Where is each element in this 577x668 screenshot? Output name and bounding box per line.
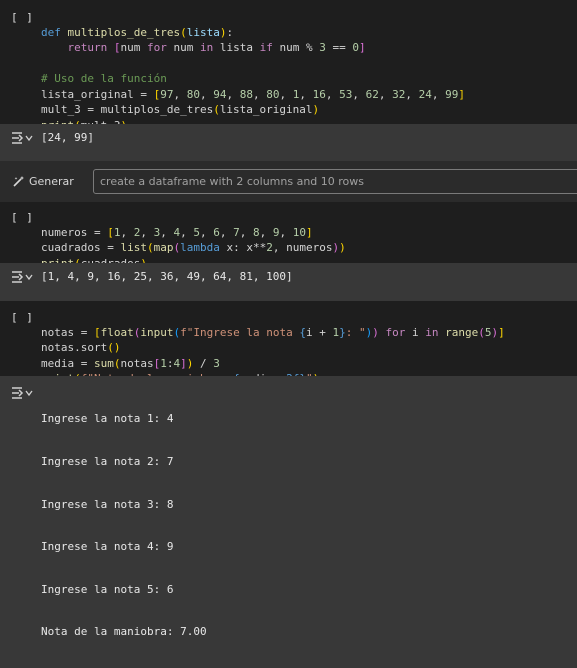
code-token: def <box>41 25 61 39</box>
code-line: mult_3 = multiplos_de_tres(lista_origina… <box>41 103 320 116</box>
code-comment: # Uso de la función <box>41 72 167 85</box>
output-line: Ingrese la nota 5: 6 <box>41 582 174 596</box>
code-line: media = sum(notas[1:4]) / 3 <box>41 356 220 370</box>
code-cell-2[interactable]: [ ] numeros = [1, 2, 3, 4, 5, 6, 7, 8, 9… <box>0 202 577 270</box>
code-line: numeros = [1, 2, 3, 4, 5, 6, 7, 8, 9, 10… <box>41 225 313 239</box>
code-cell-3[interactable]: [ ] notas = [float(input(f"Ingrese la no… <box>0 301 577 385</box>
sparkle-pen-icon <box>13 175 24 187</box>
cell-output: Ingrese la nota 1: 4 Ingrese la nota 2: … <box>41 384 207 668</box>
code-editor[interactable]: def multiplos_de_tres(lista): return [nu… <box>41 9 465 133</box>
output-line: Ingrese la nota 2: 7 <box>41 455 174 469</box>
output-line: Ingrese la nota 1: 4 <box>41 412 174 426</box>
code-line: return [num for num in lista if num % 3 … <box>67 41 366 54</box>
cell-output: [24, 99] <box>41 131 94 144</box>
output-area-2: [1, 4, 9, 16, 25, 36, 49, 64, 81, 100] <box>0 263 577 291</box>
output-expand-icon[interactable] <box>11 131 33 145</box>
output-line: Ingrese la nota 3: 8 <box>41 497 174 511</box>
run-cell-button[interactable]: [ ] <box>11 211 34 224</box>
code-line: lista_original = [97, 80, 94, 88, 80, 1,… <box>41 87 465 101</box>
run-cell-button[interactable]: [ ] <box>11 11 34 24</box>
output-area-3: Ingrese la nota 1: 4 Ingrese la nota 2: … <box>0 376 577 638</box>
generate-bar: Generar create a dataframe with 2 column… <box>0 161 577 202</box>
code-token: lista <box>186 25 220 39</box>
code-line: notas.sort() <box>41 341 121 354</box>
output-line: Nota de la maniobra: 7.00 <box>41 625 207 639</box>
code-line: notas = [float(input(f"Ingrese la nota {… <box>41 325 505 339</box>
generate-button-label: Generar <box>29 174 74 188</box>
code-editor[interactable]: numeros = [1, 2, 3, 4, 5, 6, 7, 8, 9, 10… <box>41 209 346 271</box>
code-cell-1[interactable]: [ ] def multiplos_de_tres(lista): return… <box>0 0 577 132</box>
code-line: cuadrados = list(map(lambda x: x**2, num… <box>41 241 346 254</box>
output-area-1: [24, 99] <box>0 124 577 152</box>
generate-prompt-input[interactable]: create a dataframe with 2 columns and 10… <box>93 169 577 194</box>
output-expand-icon[interactable] <box>11 270 33 284</box>
output-expand-icon[interactable] <box>11 386 33 400</box>
output-line: Ingrese la nota 4: 9 <box>41 540 174 554</box>
code-token: multiplos_de_tres <box>67 25 181 39</box>
code-editor[interactable]: notas = [float(input(f"Ingrese la nota {… <box>41 309 505 387</box>
cell-output: [1, 4, 9, 16, 25, 36, 49, 64, 81, 100] <box>41 270 293 283</box>
run-cell-button[interactable]: [ ] <box>11 311 34 324</box>
generate-button[interactable]: Generar <box>6 167 78 195</box>
